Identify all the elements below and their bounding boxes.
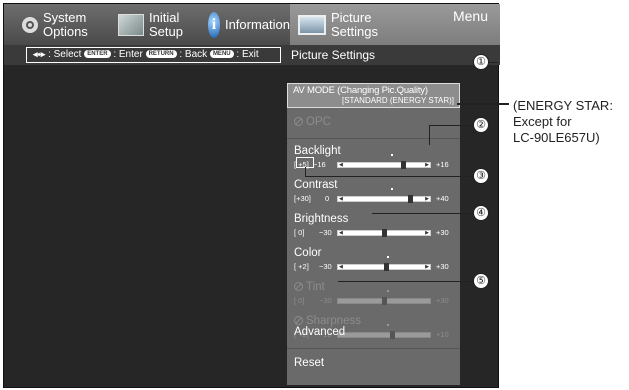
note-line-2: Except for bbox=[513, 114, 572, 129]
info-icon: i bbox=[208, 11, 220, 38]
center-marker bbox=[387, 290, 389, 292]
tab-picture-settings-label: Picture Settings bbox=[331, 9, 378, 39]
opc-row: OPC bbox=[287, 113, 460, 135]
color-label: Color bbox=[294, 247, 322, 259]
slider-left-arrow-icon: ◀ bbox=[339, 264, 343, 270]
contrast-label: Contrast bbox=[294, 179, 338, 191]
note-line-1: (ENERGY STAR: bbox=[513, 98, 613, 113]
contrast-min: 0 bbox=[325, 194, 330, 203]
callout-line bbox=[457, 103, 509, 105]
contrast-value: [+30] bbox=[294, 194, 311, 203]
menu-title: Menu bbox=[452, 8, 488, 24]
callout-line bbox=[305, 176, 473, 177]
backlight-max: +16 bbox=[436, 160, 449, 169]
color-value: [ +2] bbox=[294, 262, 309, 271]
tab-initial-setup-label: Initial Setup bbox=[149, 9, 183, 39]
button-guide: ◂⬩▸ : Select ENTER : Enter RETURN : Back… bbox=[26, 47, 281, 63]
slider-right-arrow-icon: ▶ bbox=[425, 162, 429, 168]
color-min: −30 bbox=[319, 262, 332, 271]
slider-right-arrow-icon: ▶ bbox=[425, 264, 429, 270]
callout-line bbox=[372, 213, 473, 214]
callout-line bbox=[338, 281, 473, 282]
tint-value: [ 0] bbox=[294, 296, 305, 305]
slider-thumb bbox=[382, 297, 387, 305]
slider-left-arrow-icon: ◀ bbox=[339, 230, 343, 236]
slider-left-arrow-icon: ◀ bbox=[339, 196, 343, 202]
setup-icon bbox=[118, 13, 144, 36]
callout-line bbox=[429, 125, 430, 145]
tint-row: Tint [ 0] −30 +30 bbox=[287, 278, 460, 312]
help-exit: : Exit bbox=[236, 49, 259, 60]
enter-key-icon: ENTER bbox=[84, 50, 111, 59]
divider bbox=[287, 138, 460, 139]
slider-thumb[interactable] bbox=[408, 195, 413, 203]
contrast-slider[interactable]: ◀ ▶ bbox=[337, 195, 431, 203]
slider-right-arrow-icon: ▶ bbox=[425, 196, 429, 202]
note-line-3: LC-90LE657U) bbox=[513, 130, 600, 145]
tint-max: +30 bbox=[436, 296, 449, 305]
brightness-slider[interactable]: ◀ ▶ bbox=[337, 229, 431, 237]
disabled-icon bbox=[294, 316, 303, 325]
tab-system-options[interactable]: System Options bbox=[4, 4, 108, 45]
contrast-row[interactable]: Contrast [+30] 0 ◀ ▶ +40 bbox=[287, 176, 460, 210]
help-select: : Select bbox=[48, 49, 82, 60]
color-slider[interactable]: ◀ ▶ bbox=[337, 263, 431, 271]
tab-information-label: Information bbox=[224, 16, 290, 32]
picture-settings-panel: AV MODE (Changing Pic.Quality) [STANDARD… bbox=[287, 83, 460, 385]
tint-min: −30 bbox=[319, 296, 332, 305]
backlight-label: Backlight bbox=[294, 145, 341, 157]
return-key-icon: RETURN bbox=[145, 50, 177, 59]
energy-star-note: (ENERGY STAR: Except for LC-90LE657U) bbox=[513, 98, 613, 146]
tab-initial-setup[interactable]: Initial Setup bbox=[108, 4, 204, 45]
disabled-icon bbox=[294, 282, 303, 291]
tab-system-options-label: System Options bbox=[43, 9, 88, 39]
tab-information[interactable]: i Information bbox=[204, 4, 290, 45]
tab-picture-settings[interactable]: Picture Settings Menu bbox=[290, 4, 500, 45]
disabled-icon bbox=[294, 117, 303, 126]
brightness-value: [ 0] bbox=[294, 228, 305, 237]
contrast-max: +40 bbox=[436, 194, 449, 203]
brightness-row[interactable]: Brightness [ 0] −30 ◀ ▶ +30 bbox=[287, 210, 460, 244]
callout-line bbox=[429, 125, 473, 126]
center-marker bbox=[391, 154, 393, 156]
section-title: Picture Settings bbox=[291, 48, 376, 62]
callout-line bbox=[305, 167, 306, 176]
tint-label: Tint bbox=[306, 281, 325, 293]
help-bar: ◂⬩▸ : Select ENTER : Enter RETURN : Back… bbox=[4, 45, 500, 65]
advanced-row[interactable]: Advanced bbox=[287, 326, 460, 348]
slider-right-arrow-icon: ▶ bbox=[425, 230, 429, 236]
dpad-arrows-icon: ◂⬩▸ bbox=[33, 49, 46, 59]
slider-thumb[interactable] bbox=[401, 161, 406, 169]
menu-key-icon: MENU bbox=[209, 50, 234, 59]
opc-label: OPC bbox=[306, 116, 331, 128]
callout-4: ④ bbox=[473, 205, 489, 221]
callout-5: ⑤ bbox=[473, 273, 489, 289]
brightness-min: −30 bbox=[319, 228, 332, 237]
reset-label: Reset bbox=[294, 357, 325, 369]
backlight-min: −16 bbox=[313, 160, 326, 169]
slider-thumb[interactable] bbox=[382, 229, 387, 237]
slider-thumb[interactable] bbox=[384, 263, 389, 271]
brightness-max: +30 bbox=[436, 228, 449, 237]
center-marker bbox=[387, 256, 389, 258]
picture-icon bbox=[298, 14, 326, 35]
color-row[interactable]: Color [ +2] −30 ◀ ▶ +30 bbox=[287, 244, 460, 278]
callout-2: ② bbox=[473, 117, 489, 133]
gear-icon bbox=[22, 16, 38, 33]
menu-tab-bar: System Options Initial Setup i Informati… bbox=[4, 4, 500, 45]
callout-3: ③ bbox=[473, 168, 489, 184]
help-enter: : Enter bbox=[113, 49, 143, 60]
backlight-slider[interactable]: ◀ ▶ bbox=[337, 161, 431, 169]
brightness-label: Brightness bbox=[294, 213, 349, 225]
help-back: : Back bbox=[179, 49, 208, 60]
divider bbox=[287, 348, 460, 349]
tint-slider bbox=[337, 297, 431, 305]
reset-row[interactable]: Reset bbox=[287, 353, 460, 375]
advanced-label: Advanced bbox=[294, 326, 346, 338]
av-mode-highlight-box bbox=[287, 83, 460, 108]
callout-1: ① bbox=[473, 54, 489, 70]
center-marker bbox=[391, 188, 393, 190]
slider-left-arrow-icon: ◀ bbox=[339, 162, 343, 168]
color-max: +30 bbox=[436, 262, 449, 271]
